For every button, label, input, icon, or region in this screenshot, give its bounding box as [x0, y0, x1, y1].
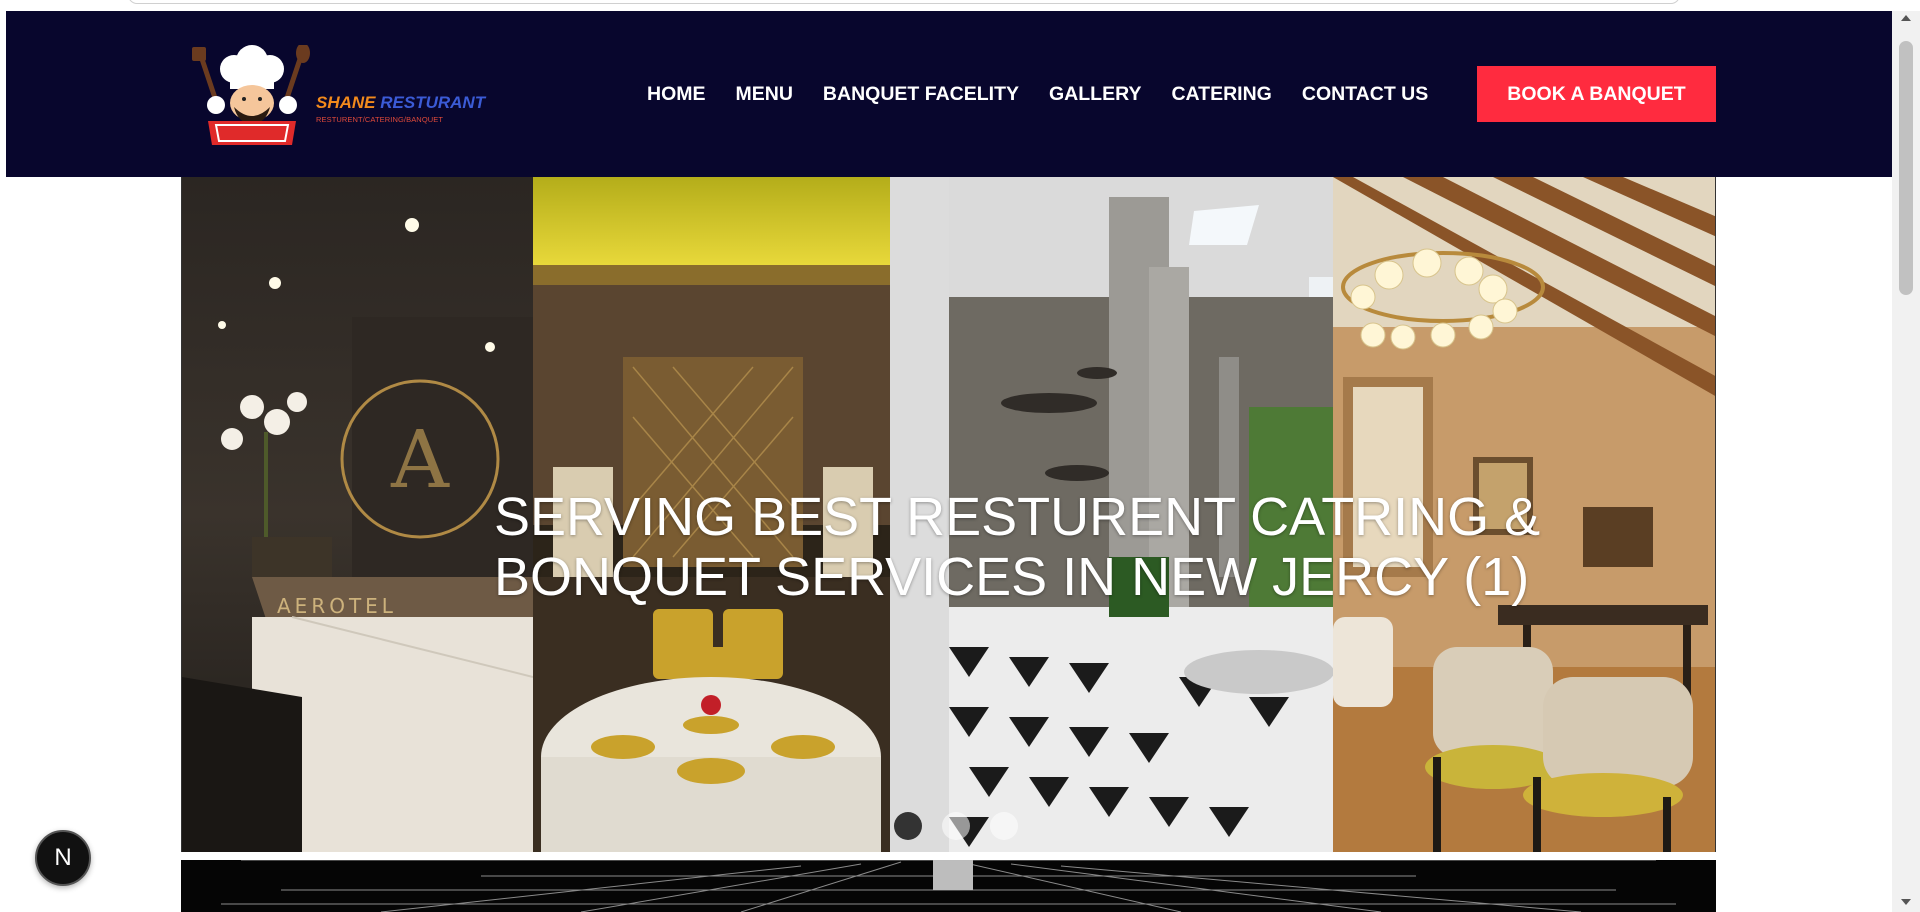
vertical-scrollbar[interactable] — [1892, 11, 1920, 912]
nav-item-menu[interactable]: MENU — [736, 83, 793, 106]
floating-n-badge[interactable]: N — [35, 830, 91, 886]
brand-name-part2: RESTURANT — [380, 93, 486, 112]
hero-slider: A AEROTEL SERVING BEST RESTURENT CATRING… — [181, 177, 1716, 852]
scrollbar-thumb[interactable] — [1899, 41, 1913, 295]
slider-dot-3[interactable] — [990, 812, 1018, 840]
scroll-down-icon[interactable] — [1901, 899, 1911, 905]
slider-dot-2[interactable] — [942, 812, 970, 840]
page: SHANE RESTURANT RESTURENT/CATERING/BANQU… — [6, 11, 1892, 912]
book-banquet-button[interactable]: BOOK A BANQUET — [1477, 66, 1716, 122]
nav-item-banquet-facility[interactable]: BANQUET FACELITY — [823, 83, 1019, 106]
hero-title-line1: SERVING BEST RESTURENT CATRING & — [494, 487, 1541, 547]
scroll-up-icon[interactable] — [1901, 15, 1911, 21]
hero-image-lobby: A AEROTEL — [182, 177, 533, 852]
brand-name-part1: SHANE — [316, 93, 376, 112]
chef-logo-icon — [192, 45, 310, 145]
nav-item-catering[interactable]: CATERING — [1171, 83, 1271, 106]
lobby-signage-text: AEROTEL — [277, 594, 397, 618]
nav-item-contact-us[interactable]: CONTACT US — [1302, 83, 1428, 106]
next-section-banner — [181, 860, 1716, 912]
slider-dots — [894, 812, 1018, 840]
hero-title: SERVING BEST RESTURENT CATRING & BONQUET… — [494, 487, 1594, 607]
grid-pattern-graphic — [221, 860, 1676, 912]
main-nav: HOME MENU BANQUET FACELITY GALLERY CATER… — [647, 83, 1428, 106]
site-header: SHANE RESTURANT RESTURENT/CATERING/BANQU… — [6, 11, 1892, 177]
site-logo[interactable]: SHANE RESTURANT RESTURENT/CATERING/BANQU… — [186, 45, 496, 155]
nav-item-home[interactable]: HOME — [647, 83, 706, 106]
nav-item-gallery[interactable]: GALLERY — [1049, 83, 1141, 106]
brand-name: SHANE RESTURANT — [316, 93, 485, 113]
lobby-sign-letter: A — [390, 413, 450, 506]
slider-dot-1[interactable] — [894, 812, 922, 840]
brand-tagline: RESTURENT/CATERING/BANQUET — [316, 115, 444, 124]
address-bar-edge — [128, 0, 1680, 4]
hero-title-line2: BONQUET SERVICES IN NEW JERCY (1) — [494, 547, 1530, 607]
